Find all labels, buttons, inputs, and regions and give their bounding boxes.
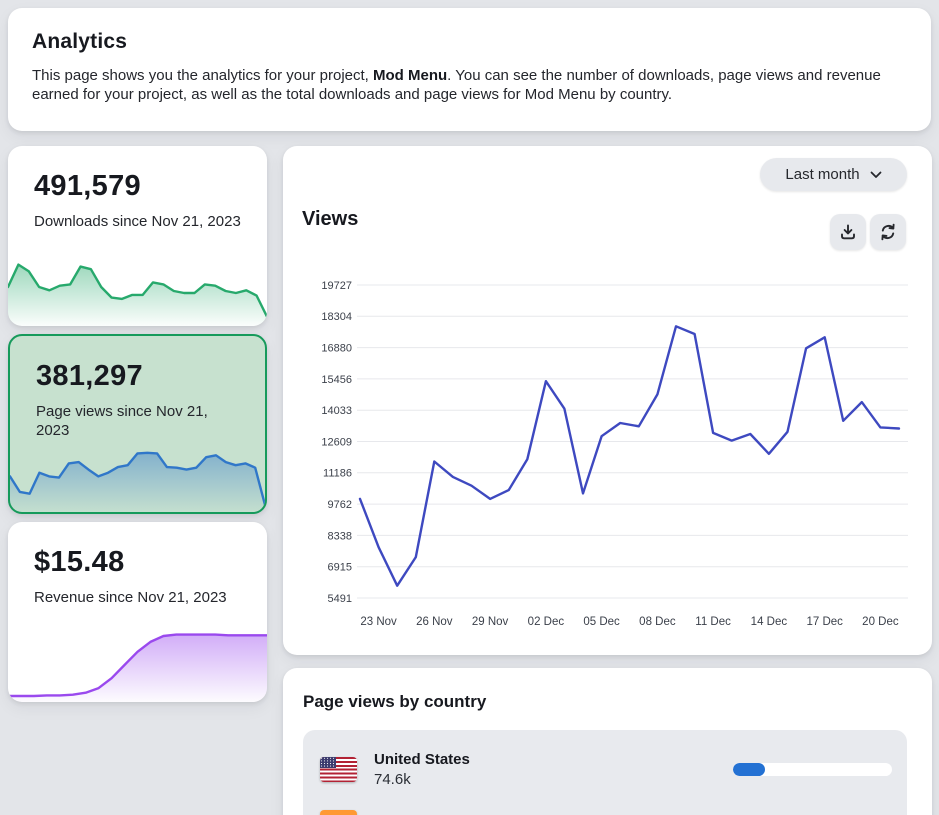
- svg-text:20 Dec: 20 Dec: [862, 616, 899, 628]
- views-title: Views: [302, 208, 358, 231]
- page-title: Analytics: [32, 30, 907, 54]
- country-value: 74.6k: [374, 771, 470, 788]
- svg-text:6915: 6915: [328, 562, 352, 574]
- views-chart-card: 5491 6915 8338 9762 11186 12609 14033 15456 1688…: [283, 146, 932, 655]
- time-range-label: Last month: [785, 166, 859, 183]
- svg-text:8338: 8338: [328, 530, 352, 542]
- revenue-label: Revenue since Nov 21, 2023: [34, 588, 242, 607]
- country-list: United States 74.6k India: [303, 730, 907, 815]
- pageviews-sparkline: [10, 442, 265, 512]
- country-panel-card: Page views by country United States 74.6…: [283, 668, 932, 815]
- svg-text:9762: 9762: [328, 499, 352, 511]
- svg-text:19727: 19727: [321, 280, 352, 292]
- refresh-button[interactable]: [870, 214, 906, 250]
- downloads-sparkline: [8, 252, 267, 326]
- downloads-label: Downloads since Nov 21, 2023: [34, 212, 242, 231]
- stat-card-downloads[interactable]: 491,579 Downloads since Nov 21, 2023: [8, 146, 267, 326]
- revenue-total: $15.48: [34, 546, 125, 579]
- svg-text:11186: 11186: [323, 468, 352, 480]
- download-csv-button[interactable]: [830, 214, 866, 250]
- svg-text:18304: 18304: [321, 311, 352, 323]
- downloads-total: 491,579: [34, 170, 141, 203]
- stat-card-revenue[interactable]: $15.48 Revenue since Nov 21, 2023: [8, 522, 267, 702]
- india-flag-icon: [320, 810, 357, 815]
- country-row-india: India: [303, 796, 907, 815]
- country-progress-track: [733, 763, 892, 776]
- svg-text:5491: 5491: [328, 593, 352, 605]
- us-flag-icon: [320, 757, 357, 782]
- svg-text:02 Dec: 02 Dec: [528, 616, 565, 628]
- country-row-united-states: United States 74.6k: [303, 743, 907, 796]
- page-description: This page shows you the analytics for yo…: [32, 66, 907, 104]
- project-name: Mod Menu: [373, 67, 447, 84]
- svg-text:05 Dec: 05 Dec: [583, 616, 620, 628]
- svg-text:12609: 12609: [321, 436, 352, 448]
- svg-text:14033: 14033: [321, 405, 352, 417]
- revenue-sparkline: [8, 628, 267, 702]
- country-panel-title: Page views by country: [303, 692, 486, 712]
- svg-text:29 Nov: 29 Nov: [472, 616, 509, 628]
- refresh-icon: [878, 222, 898, 242]
- stat-card-pageviews-selected[interactable]: 381,297 Page views since Nov 21, 2023: [8, 334, 267, 514]
- svg-text:11 Dec: 11 Dec: [695, 616, 731, 628]
- country-progress-fill: [733, 763, 765, 776]
- download-icon: [838, 222, 858, 242]
- pageviews-total: 381,297: [36, 360, 143, 393]
- svg-text:14 Dec: 14 Dec: [751, 616, 788, 628]
- chevron-down-icon: [870, 171, 882, 179]
- svg-text:26 Nov: 26 Nov: [416, 616, 453, 628]
- time-range-dropdown[interactable]: Last month: [760, 158, 907, 191]
- analytics-header-card: Analytics This page shows you the analyt…: [8, 8, 931, 131]
- country-name: United States: [374, 751, 470, 768]
- svg-text:17 Dec: 17 Dec: [806, 616, 843, 628]
- svg-text:16880: 16880: [321, 342, 352, 354]
- svg-text:15456: 15456: [321, 374, 352, 386]
- pageviews-label: Page views since Nov 21, 2023: [36, 402, 244, 440]
- svg-text:23 Nov: 23 Nov: [360, 616, 397, 628]
- svg-text:08 Dec: 08 Dec: [639, 616, 676, 628]
